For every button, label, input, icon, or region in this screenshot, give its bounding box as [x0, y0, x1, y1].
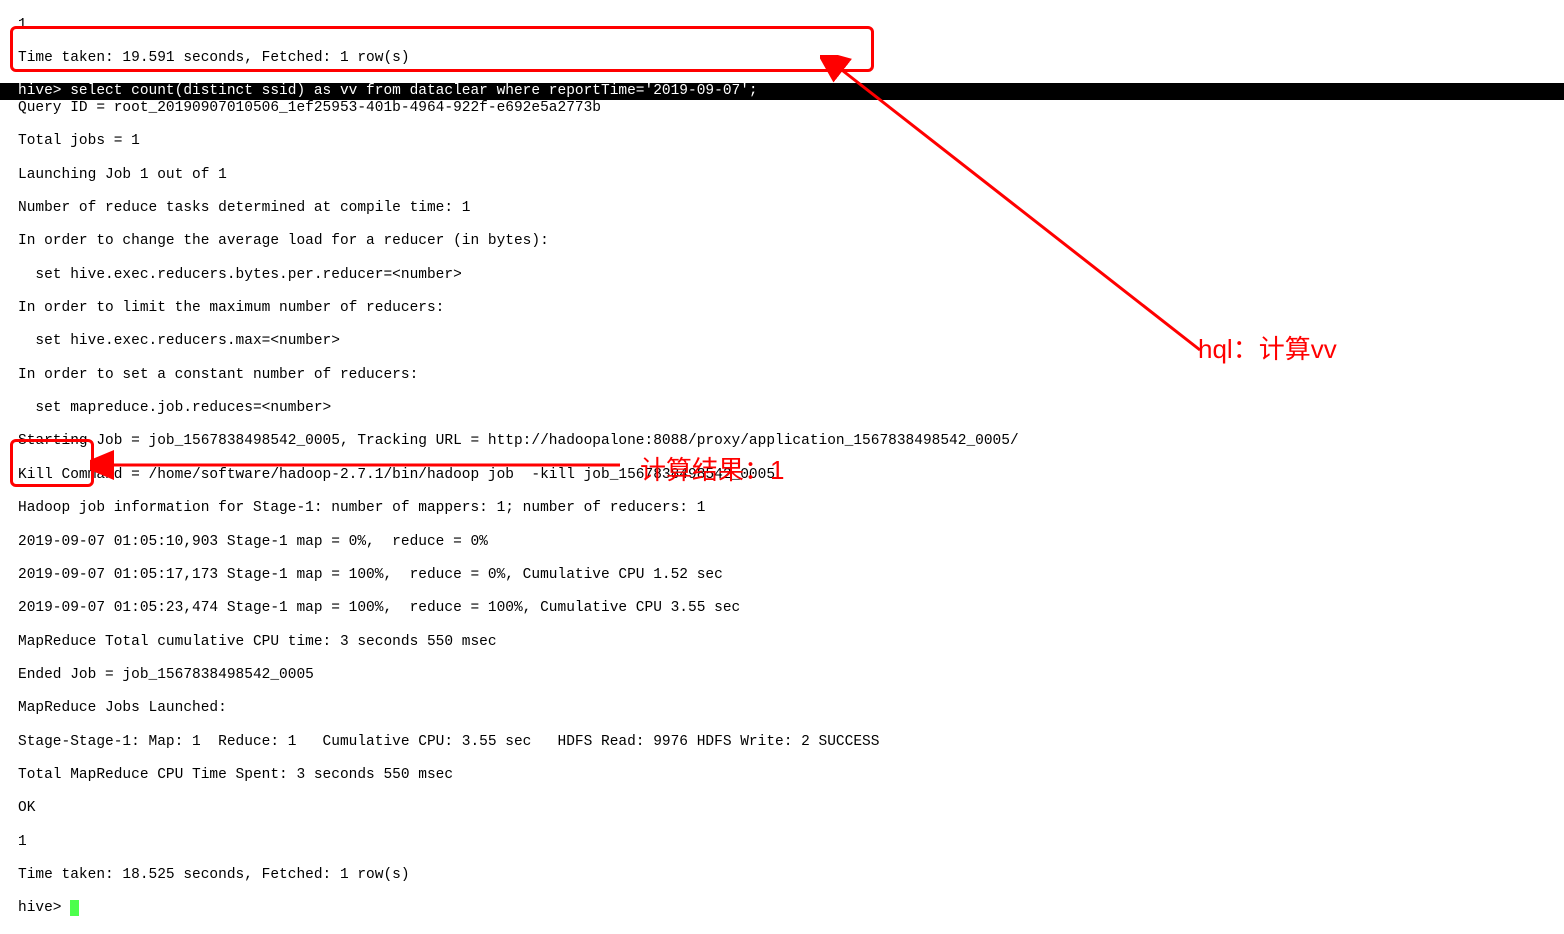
output-line: 2019-09-07 01:05:17,173 Stage-1 map = 10… [18, 567, 1546, 584]
output-line: In order to set a constant number of red… [18, 367, 1546, 384]
output-line: Total MapReduce CPU Time Spent: 3 second… [18, 767, 1546, 784]
cursor [70, 900, 79, 916]
output-line: Total jobs = 1 [18, 133, 1546, 150]
terminal-output[interactable]: 1 Time taken: 19.591 seconds, Fetched: 1… [0, 0, 1564, 934]
output-line: Starting Job = job_1567838498542_0005, T… [18, 433, 1546, 450]
query-id-line: Query ID = root_20190907010506_1ef25953-… [18, 100, 1546, 117]
output-line: Hadoop job information for Stage-1: numb… [18, 500, 1546, 517]
output-ok: OK [18, 800, 1546, 817]
output-line: MapReduce Total cumulative CPU time: 3 s… [18, 634, 1546, 651]
hive-query-line: hive> select count(distinct ssid) as vv … [0, 83, 1564, 100]
output-line: Time taken: 18.525 seconds, Fetched: 1 r… [18, 867, 1546, 884]
output-line: set mapreduce.job.reduces=<number> [18, 400, 1546, 417]
hive-prompt[interactable]: hive> [18, 900, 1546, 917]
output-line: Kill Command = /home/software/hadoop-2.7… [18, 467, 1546, 484]
output-line: Ended Job = job_1567838498542_0005 [18, 667, 1546, 684]
output-line: In order to change the average load for … [18, 233, 1546, 250]
output-line: 2019-09-07 01:05:10,903 Stage-1 map = 0%… [18, 534, 1546, 551]
prompt-text: hive> [18, 900, 70, 916]
output-line: Number of reduce tasks determined at com… [18, 200, 1546, 217]
output-line: 1 [18, 17, 1546, 34]
output-line: set hive.exec.reducers.max=<number> [18, 333, 1546, 350]
output-line: 2019-09-07 01:05:23,474 Stage-1 map = 10… [18, 600, 1546, 617]
output-line: Launching Job 1 out of 1 [18, 167, 1546, 184]
output-line: MapReduce Jobs Launched: [18, 700, 1546, 717]
output-line: set hive.exec.reducers.bytes.per.reducer… [18, 267, 1546, 284]
output-line: In order to limit the maximum number of … [18, 300, 1546, 317]
output-line: Stage-Stage-1: Map: 1 Reduce: 1 Cumulati… [18, 734, 1546, 751]
output-line: Time taken: 19.591 seconds, Fetched: 1 r… [18, 50, 1546, 67]
output-result: 1 [18, 834, 1546, 851]
